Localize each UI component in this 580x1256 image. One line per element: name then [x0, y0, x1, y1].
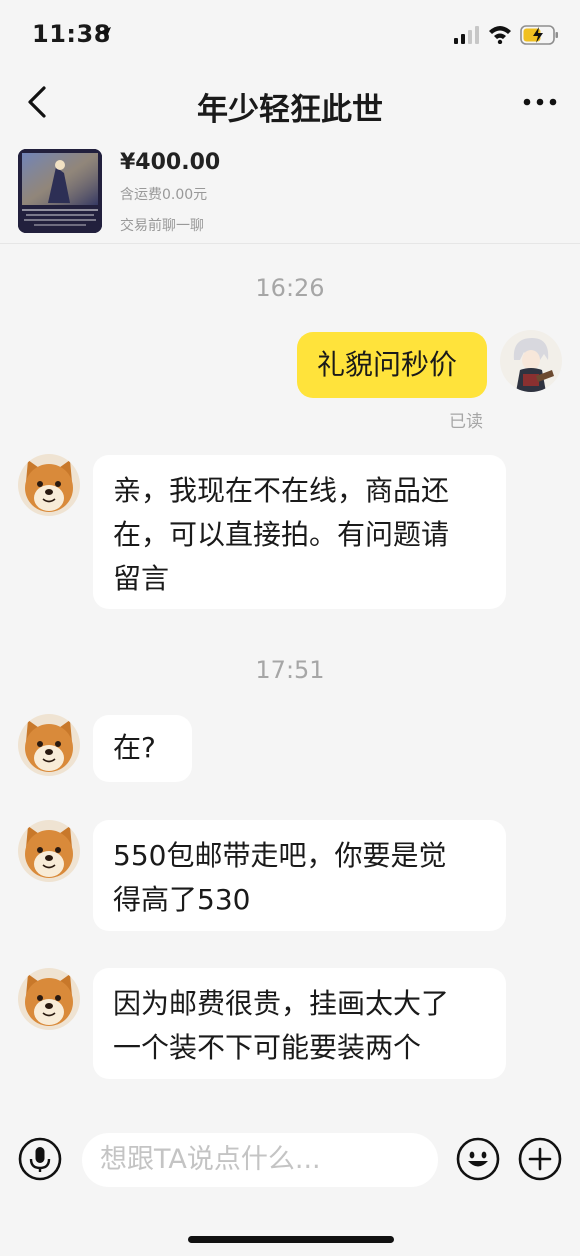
message-line: 留言 [113, 562, 170, 595]
microphone-icon[interactable] [18, 1137, 62, 1181]
plus-icon[interactable] [518, 1137, 562, 1181]
incoming-message[interactable]: 亲，我现在不在线，商品还 在，可以直接拍。有问题请 留言 [93, 455, 506, 609]
shipping-fee: 含运费0.00元 [120, 187, 208, 203]
seller-avatar[interactable] [18, 454, 80, 516]
message-text: 礼貌问秒价 [317, 348, 458, 381]
seller-avatar[interactable] [18, 820, 80, 882]
incoming-message[interactable]: 在? [93, 715, 192, 782]
signal-icon [454, 26, 479, 44]
outgoing-message[interactable]: 礼貌问秒价 [297, 332, 487, 398]
my-avatar[interactable] [500, 330, 562, 392]
product-card[interactable]: ¥400.00 含运费0.00元 交易前聊一聊 [0, 146, 580, 244]
more-dots-icon[interactable] [522, 96, 558, 108]
incoming-message[interactable]: 550包邮带走吧，你要是觉 得高了530 [93, 820, 506, 931]
emoji-icon[interactable] [456, 1137, 500, 1181]
seller-avatar[interactable] [18, 714, 80, 776]
message-line: 550包邮带走吧，你要是觉 [113, 839, 447, 872]
status-bar: 11:38 [0, 0, 580, 70]
input-bar: 想跟TA说点什么... [0, 1125, 580, 1195]
chat-hint: 交易前聊一聊 [120, 218, 204, 234]
message-line: 在，可以直接拍。有问题请 [113, 518, 450, 551]
chat-title: 年少轻狂此世 [197, 92, 383, 128]
battery-charging-icon [520, 25, 558, 45]
location-arrow-icon [97, 27, 111, 41]
seller-avatar[interactable] [18, 968, 80, 1030]
navigation-bar: 年少轻狂此世 [0, 70, 580, 134]
read-status: 已读 [449, 412, 483, 432]
wifi-icon [489, 26, 511, 44]
message-line: 在? [113, 731, 156, 764]
message-input[interactable]: 想跟TA说点什么... [82, 1133, 438, 1187]
product-thumbnail[interactable] [18, 149, 102, 233]
timestamp: 17:51 [255, 656, 325, 684]
message-line: 得高了530 [113, 883, 251, 916]
timestamp: 16:26 [255, 274, 325, 302]
incoming-message[interactable]: 因为邮费很贵，挂画太大了 一个装不下可能要装两个 [93, 968, 506, 1079]
chevron-left-icon[interactable] [24, 84, 52, 120]
product-price: ¥400.00 [120, 150, 221, 175]
message-line: 一个装不下可能要装两个 [113, 1031, 422, 1064]
home-indicator[interactable] [188, 1236, 394, 1243]
product-image [18, 149, 102, 233]
message-line: 亲，我现在不在线，商品还 [113, 474, 450, 507]
message-line: 因为邮费很贵，挂画太大了 [113, 987, 450, 1020]
